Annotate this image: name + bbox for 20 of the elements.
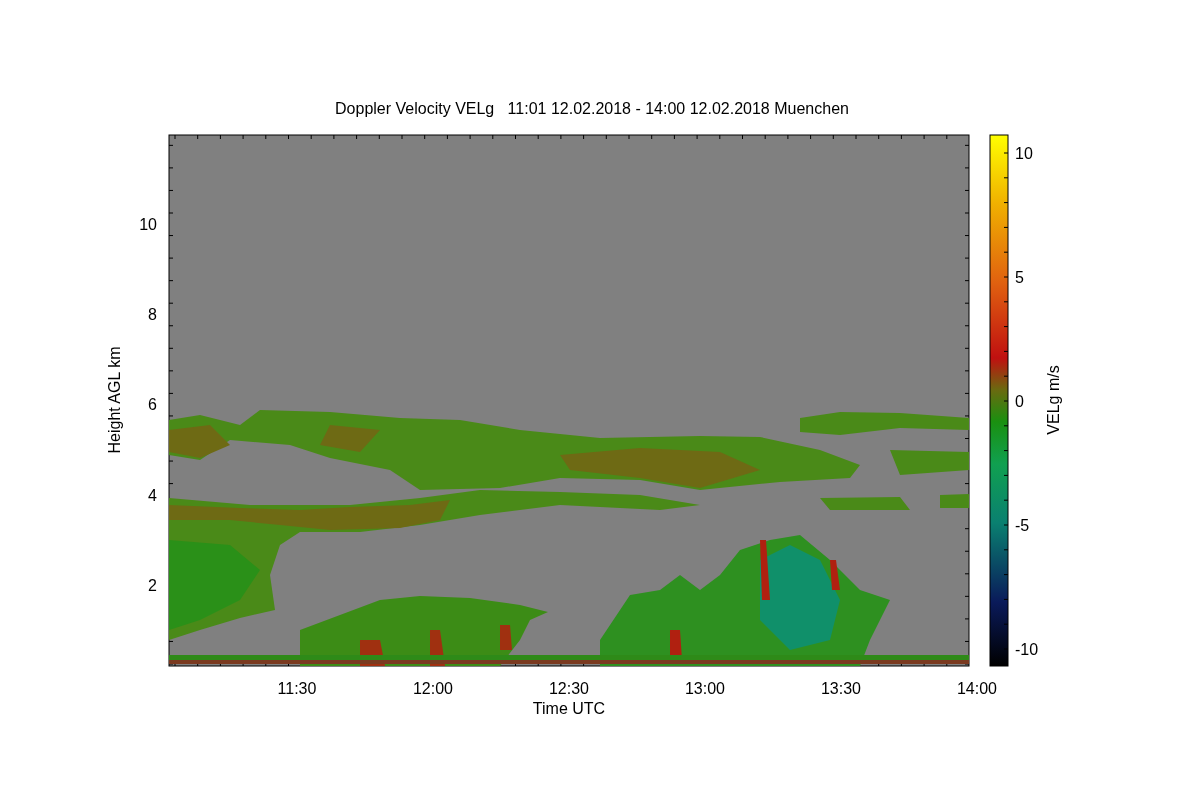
colorbar-tick-label: -10 [1015, 641, 1039, 658]
x-axis-label: Time UTC [532, 700, 606, 717]
y-tick-label: 8 [148, 306, 157, 324]
x-tick-label: 13:30 [821, 680, 861, 697]
x-tick-label: 13:00 [685, 680, 725, 697]
colorbar-tick-label: 10 [1015, 145, 1033, 162]
y-axis-label: Height AGL km [106, 346, 123, 454]
x-tick-label: 14:00 [957, 680, 997, 697]
colorbar-tick-label: 5 [1015, 269, 1024, 286]
x-tick-label: 12:30 [549, 680, 589, 697]
y-tick-label: 10 [139, 216, 157, 233]
x-tick-label: 11:30 [277, 680, 317, 697]
y-tick-label: 4 [148, 486, 157, 504]
y-tick-label: 6 [148, 396, 157, 414]
colorbar-tick-label: -5 [1015, 517, 1030, 534]
plot-title: Doppler Velocity VELg 11:01 12.02.2018 - 14:00 12.02.2018 Muenchen [335, 100, 849, 117]
y-tick-label: 2 [148, 576, 157, 594]
colorbar-label: VELg m/s [1045, 365, 1062, 435]
colorbar-tick-label: 0 [1015, 393, 1024, 410]
x-tick-label: 12:00 [413, 680, 453, 697]
